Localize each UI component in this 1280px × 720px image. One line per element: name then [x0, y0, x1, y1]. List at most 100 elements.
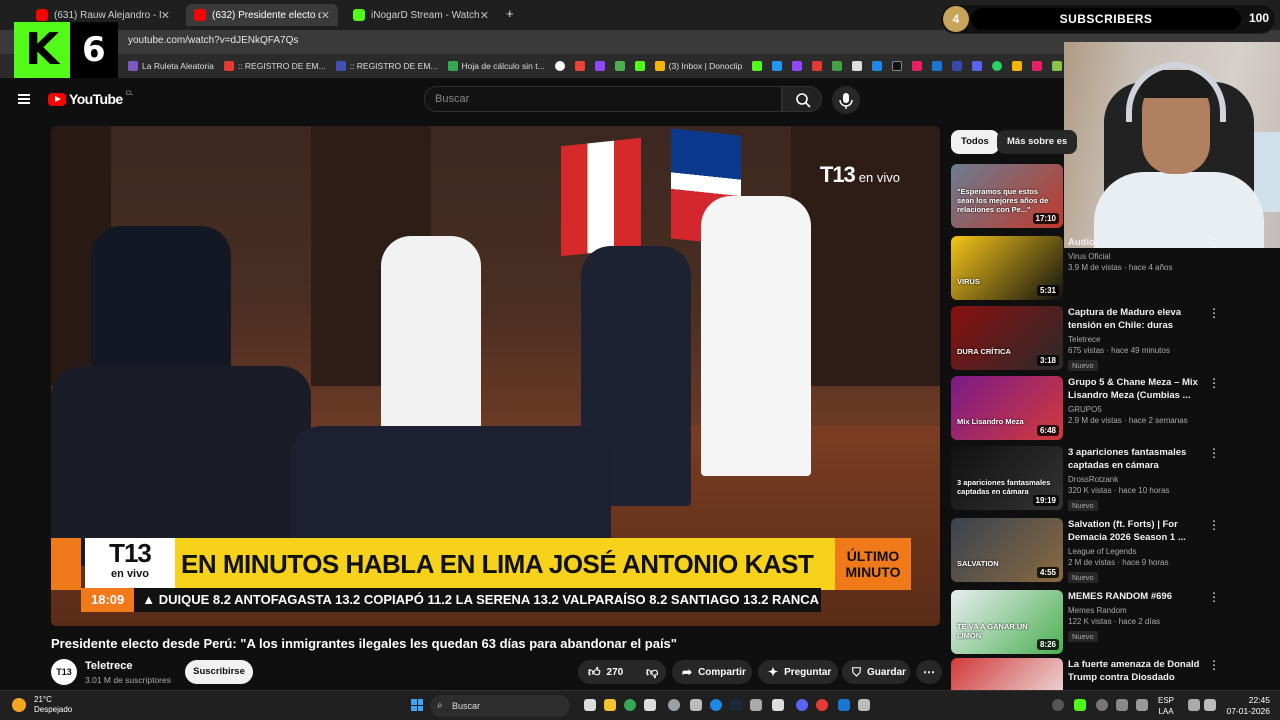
- menu-icon[interactable]: [18, 94, 30, 104]
- channel-name[interactable]: Teletrece: [85, 660, 133, 672]
- taskbar-app-icon[interactable]: [772, 699, 784, 711]
- close-tab-icon[interactable]: ✕: [321, 9, 330, 22]
- channel-name[interactable]: Teletrece: [1068, 335, 1208, 344]
- video-thumbnail[interactable]: SALVATION 4:55: [951, 518, 1063, 582]
- taskbar-app-icon[interactable]: [858, 699, 870, 711]
- tray-icon[interactable]: [1074, 699, 1086, 711]
- taskbar-app-icon[interactable]: [710, 699, 722, 711]
- search-input[interactable]: [435, 93, 765, 105]
- bookmark-icon[interactable]: [812, 61, 823, 71]
- more-vert-icon[interactable]: ⋮: [1208, 376, 1220, 390]
- video-thumbnail[interactable]: 3 apariciones fantasmales captadas en cá…: [951, 446, 1063, 510]
- recommendation-item[interactable]: "Esperamos que estos sean los mejores añ…: [950, 164, 1226, 230]
- new-tab-button[interactable]: +: [506, 6, 514, 21]
- video-title[interactable]: 3 apariciones fantasmales captadas en cá…: [1068, 446, 1208, 472]
- task-view-icon[interactable]: [584, 699, 596, 711]
- voice-search-button[interactable]: [832, 86, 860, 114]
- bookmark-icon[interactable]: [614, 61, 625, 71]
- taskbar-app-icon[interactable]: [690, 699, 702, 711]
- tray-icon[interactable]: [1052, 699, 1064, 711]
- tray-icon[interactable]: [1096, 699, 1108, 711]
- recommendation-item[interactable]: Mix Lisandro Meza 6:48 Grupo 5 & Chane Mez…: [950, 376, 1226, 442]
- language-indicator[interactable]: ESP LAA: [1158, 695, 1174, 717]
- recommendation-item[interactable]: SALVATION 4:55 Salvation (ft. Forts) | For…: [950, 518, 1226, 584]
- dislike-button[interactable]: 👎︎: [638, 660, 666, 684]
- youtube-logo[interactable]: YouTube CL: [48, 91, 133, 107]
- search-box[interactable]: [424, 86, 782, 112]
- bookmark-item[interactable]: :: REGISTRO DE EM...: [223, 61, 326, 71]
- subscribe-button[interactable]: Suscribirse: [185, 660, 253, 684]
- bookmark-icon[interactable]: [832, 61, 843, 71]
- recommendation-item[interactable]: VIRUS 5:31 Audio) Virus Oficial 3.9 M de vis…: [950, 236, 1226, 302]
- bookmark-icon[interactable]: [872, 61, 883, 71]
- more-vert-icon[interactable]: ⋮: [1208, 306, 1220, 320]
- messenger-icon[interactable]: [932, 61, 943, 71]
- bookmark-icon[interactable]: [554, 61, 565, 71]
- channel-avatar[interactable]: T13: [51, 659, 77, 685]
- network-icon[interactable]: [1188, 699, 1200, 711]
- bookmark-icon[interactable]: [1032, 61, 1043, 71]
- taskbar-app-icon[interactable]: [816, 699, 828, 711]
- file-explorer-icon[interactable]: [604, 699, 616, 711]
- recommendation-item[interactable]: 3 apariciones fantasmales captadas en cá…: [950, 446, 1226, 512]
- video-thumbnail[interactable]: VIRUS 5:31: [951, 236, 1063, 300]
- browser-tab-active[interactable]: (632) Presidente electo des ✕: [186, 4, 338, 26]
- channel-name[interactable]: Virus Oficial: [1068, 252, 1208, 261]
- clock[interactable]: 22:45 07-01-2026: [1220, 695, 1270, 717]
- video-thumbnail[interactable]: DURA CRÍTICA 3:18: [951, 306, 1063, 370]
- video-player[interactable]: T13 en vivo T13 en vivo EN MINUTOS HABLA …: [51, 126, 940, 626]
- more-vert-icon[interactable]: ⋮: [1208, 446, 1220, 460]
- bookmark-icon[interactable]: [1012, 61, 1023, 71]
- more-vert-icon[interactable]: ⋮: [1208, 236, 1220, 250]
- channel-name[interactable]: League of Legends: [1068, 547, 1208, 556]
- close-tab-icon[interactable]: ✕: [480, 9, 489, 22]
- more-vert-icon[interactable]: ⋮: [1208, 590, 1220, 604]
- bookmark-icon[interactable]: [1052, 61, 1063, 71]
- taskbar-search[interactable]: ⌕ Buscar: [430, 695, 570, 717]
- ask-button[interactable]: ✦ Preguntar: [758, 660, 838, 684]
- discord-icon[interactable]: [972, 61, 983, 71]
- video-title[interactable]: Captura de Maduro eleva tensión en Chile…: [1068, 306, 1208, 332]
- bookmark-icon[interactable]: [852, 61, 863, 71]
- bookmark-icon[interactable]: [574, 61, 585, 71]
- video-thumbnail[interactable]: TE VA A GANAR UN LIMÓN 8:26: [951, 590, 1063, 654]
- chip-more-from-channel[interactable]: Más sobre es: [997, 130, 1078, 154]
- more-vert-icon[interactable]: ⋮: [1208, 658, 1220, 672]
- video-thumbnail[interactable]: "Esperamos que estos sean los mejores añ…: [951, 164, 1063, 228]
- taskbar-app-icon[interactable]: [750, 699, 762, 711]
- bookmark-icon[interactable]: [792, 61, 803, 71]
- tray-icon[interactable]: [1116, 699, 1128, 711]
- bookmark-item[interactable]: (3) Inbox | Donoclip: [654, 61, 742, 71]
- save-button[interactable]: ⛉ Guardar: [842, 660, 910, 684]
- taskbar-app-icon[interactable]: [838, 699, 850, 711]
- bookmark-icon[interactable]: [892, 61, 903, 71]
- chrome-icon[interactable]: [624, 699, 636, 711]
- tray-icon[interactable]: [1136, 699, 1148, 711]
- weather-widget[interactable]: 21°C Despejado: [12, 695, 72, 715]
- volume-icon[interactable]: [1204, 699, 1216, 711]
- more-vert-icon[interactable]: ⋮: [1208, 518, 1220, 532]
- taskbar-app-icon[interactable]: [668, 699, 680, 711]
- bookmark-icon[interactable]: [912, 61, 923, 71]
- bookmark-icon[interactable]: [772, 61, 783, 71]
- bookmark-icon[interactable]: [752, 61, 763, 71]
- video-title[interactable]: Salvation (ft. Forts) | For Demacia 2026…: [1068, 518, 1208, 544]
- bookmark-item[interactable]: Hoja de cálculo sin t...: [447, 61, 545, 71]
- discord-icon[interactable]: [796, 699, 808, 711]
- like-button[interactable]: 👍︎ 270: [578, 660, 638, 684]
- recommendation-item[interactable]: TE VA A GANAR UN LIMÓN 8:26 MEMES RANDOM #…: [950, 590, 1226, 656]
- whatsapp-icon[interactable]: [992, 61, 1003, 71]
- more-actions-button[interactable]: ⋯: [916, 660, 942, 684]
- channel-name[interactable]: GRUPO5: [1068, 405, 1208, 414]
- video-thumbnail[interactable]: Mix Lisandro Meza 6:48: [951, 376, 1063, 440]
- video-title[interactable]: La fuerte amenaza de Donald Trump contra…: [1068, 658, 1208, 684]
- browser-tab[interactable]: iNogarD Stream - Watch Live o ✕: [345, 4, 497, 26]
- bookmark-item[interactable]: :: REGISTRO DE EM...: [335, 61, 438, 71]
- bookmark-item[interactable]: La Ruleta Aleatoria: [128, 61, 214, 71]
- steam-icon[interactable]: [730, 699, 742, 711]
- share-button[interactable]: ➦ Compartir: [672, 660, 752, 684]
- search-button[interactable]: [782, 86, 822, 112]
- chip-all[interactable]: Todos: [951, 130, 999, 154]
- close-tab-icon[interactable]: ✕: [161, 9, 170, 22]
- channel-name[interactable]: DrossRotzank: [1068, 475, 1208, 484]
